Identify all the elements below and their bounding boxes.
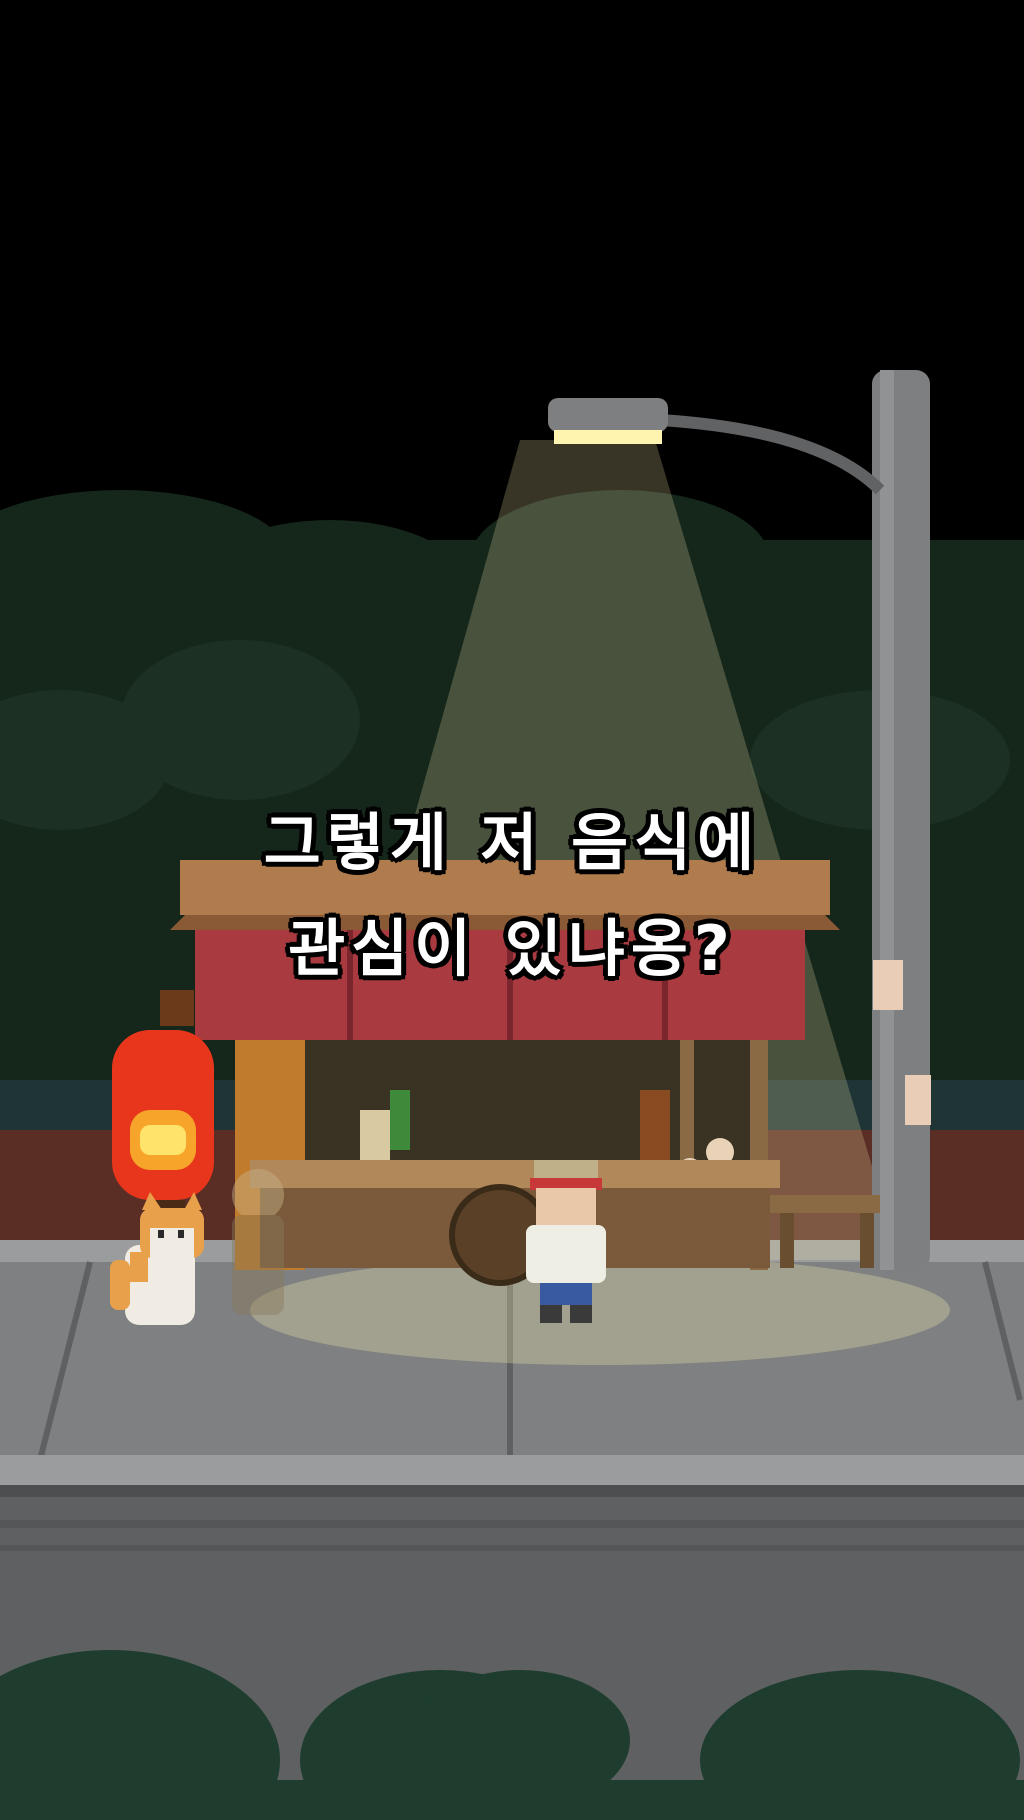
shopkeeper-ghost [232, 1169, 284, 1315]
dialogue-line-1: 그렇게 저 음식에 [263, 806, 761, 879]
dialogue-box[interactable]: 그렇게 저 음식에 관심이 있냐옹? [0, 790, 1024, 1002]
foreground-bushes [0, 1650, 1024, 1820]
dialogue-line-2: 관심이 있냐옹? [288, 912, 736, 985]
